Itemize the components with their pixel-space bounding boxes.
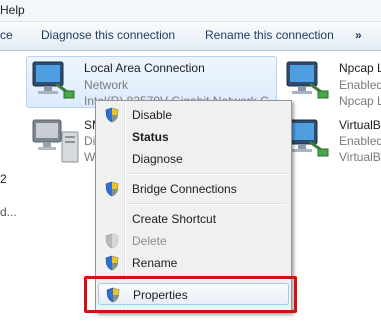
adapter-name[interactable]: Npcap L — [339, 61, 381, 75]
cmd-rename-connection[interactable]: Rename this connection — [205, 28, 334, 42]
menu-item-label: Disable — [132, 108, 173, 122]
adapter-status: Enabled — [339, 134, 381, 148]
menu-item-label: Create Shortcut — [132, 212, 217, 226]
adapter-device: VirtualBo — [339, 150, 381, 164]
adapter-status: Network — [84, 78, 129, 92]
shield-icon — [105, 233, 119, 249]
adapter-device: Npcap L — [339, 94, 381, 108]
menu-help[interactable]: Help — [0, 3, 25, 17]
menu-item-delete: Delete — [98, 230, 287, 252]
menu-item-status[interactable]: Status — [98, 126, 287, 148]
network-adapter-icon — [286, 61, 329, 99]
menu-item-create-shortcut[interactable]: Create Shortcut — [98, 208, 287, 230]
menu-bar: Help — [0, 0, 381, 22]
menu-separator — [127, 203, 287, 205]
menu-item-disable[interactable]: Disable — [98, 104, 287, 126]
cmd-diagnose-connection[interactable]: Diagnose this connection — [41, 28, 175, 42]
adapter-name: Local Area Connection — [84, 61, 205, 75]
menu-item-bridge-connections[interactable]: Bridge Connections — [98, 178, 287, 200]
properties-highlight-box — [84, 276, 297, 313]
network-adapter-disabled-icon — [32, 119, 79, 163]
adapter-status: Di — [84, 134, 96, 148]
adapter-name[interactable]: VirtualBo — [339, 118, 381, 132]
adapter-status: Enabled — [339, 78, 381, 92]
shield-icon — [105, 107, 119, 123]
menu-item-label: Bridge Connections — [132, 182, 237, 196]
menu-item-diagnose[interactable]: Diagnose — [98, 148, 287, 170]
cmd-truncated-item[interactable]: ce — [0, 28, 13, 42]
shield-icon — [105, 181, 119, 197]
menu-item-label: Rename — [132, 256, 178, 270]
menu-item-label: Delete — [132, 234, 167, 248]
shield-icon — [105, 255, 119, 271]
menu-item-label: Status — [132, 130, 169, 144]
menu-item-rename[interactable]: Rename — [98, 252, 287, 274]
left-edge-text: 2 — [0, 172, 7, 186]
cmd-more-chevron-icon[interactable]: » — [355, 28, 362, 42]
menu-separator — [127, 173, 287, 175]
network-adapter-icon — [32, 61, 75, 99]
adapter-device: W — [84, 150, 96, 164]
left-edge-ellipsis: d... — [0, 205, 17, 219]
command-bar: ce Diagnose this connection Rename this … — [0, 22, 381, 51]
menu-item-label: Diagnose — [132, 152, 183, 166]
